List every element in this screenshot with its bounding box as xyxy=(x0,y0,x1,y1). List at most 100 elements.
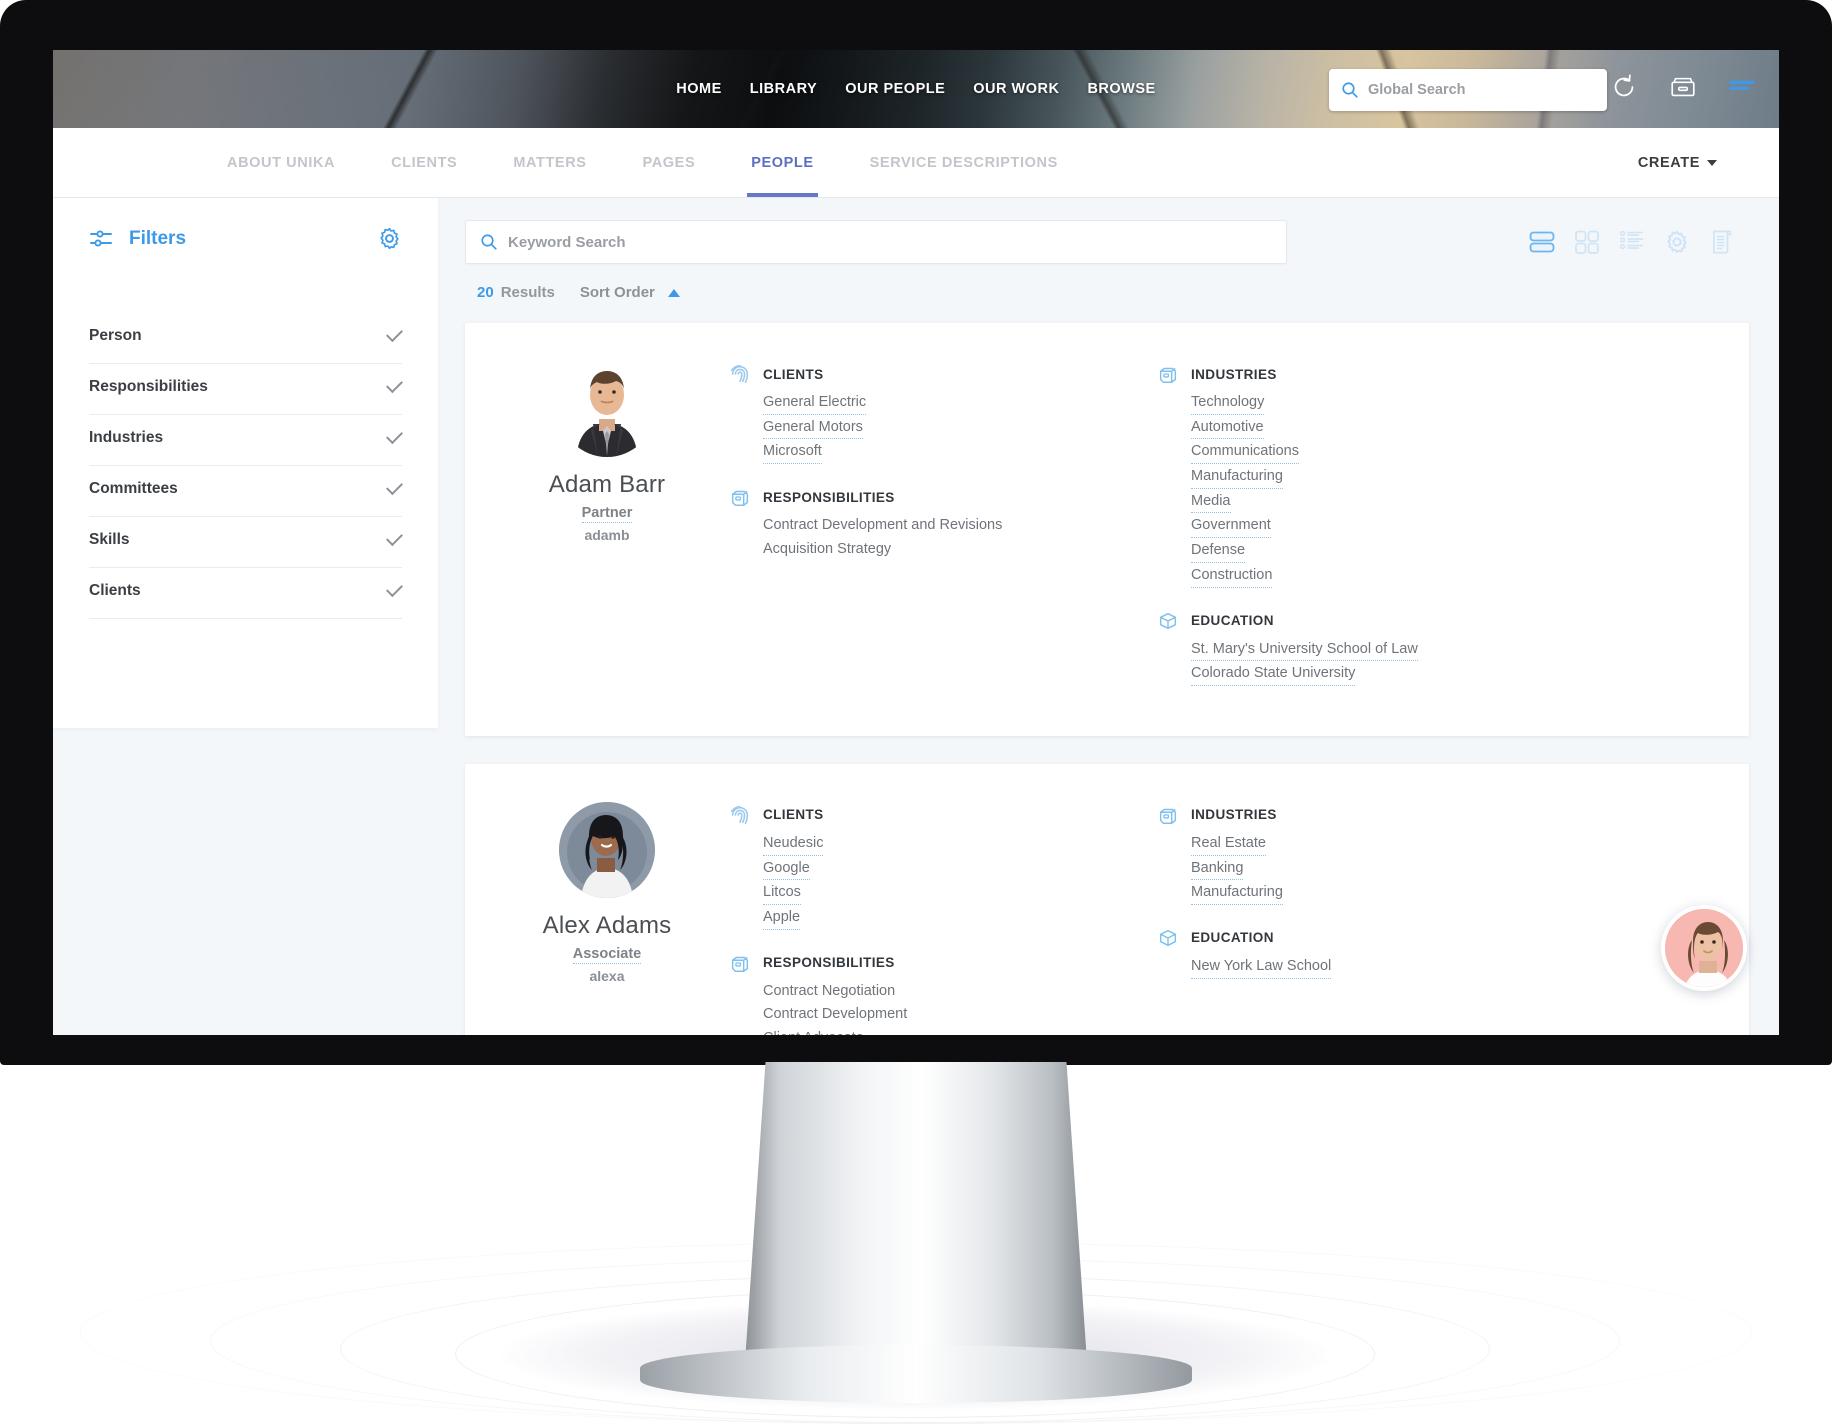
gear-icon[interactable] xyxy=(377,226,402,251)
sort-ascending-icon[interactable] xyxy=(667,288,680,297)
filter-skills-label: Skills xyxy=(89,531,130,548)
top-nav-browse[interactable]: BROWSE xyxy=(1087,81,1155,97)
filters-sidebar: Filters Person Responsibilities Industri… xyxy=(53,198,438,728)
industry-item[interactable]: Technology xyxy=(1191,393,1265,415)
industry-item[interactable]: Manufacturing xyxy=(1191,467,1283,489)
refresh-icon[interactable] xyxy=(1609,72,1639,102)
responsibility-item: Contract Development and Revisions xyxy=(763,517,1003,534)
person-title: Associate xyxy=(572,945,642,964)
industry-item[interactable]: Real Estate xyxy=(1191,834,1266,856)
top-nav-home[interactable]: HOME xyxy=(676,81,722,97)
chevron-down-icon xyxy=(386,375,403,393)
client-item[interactable]: Microsoft xyxy=(763,442,822,465)
search-icon xyxy=(481,234,497,250)
education-section: EDUCATION St. Mary's University School o… xyxy=(1157,610,1715,686)
education-item[interactable]: St. Mary's University School of Law xyxy=(1191,640,1418,662)
responsibility-item: Acquisition Strategy xyxy=(763,540,892,557)
briefcase-box-icon xyxy=(731,490,749,507)
filter-clients[interactable]: Clients xyxy=(89,568,403,619)
industry-item[interactable]: Banking xyxy=(1191,859,1244,881)
fingerprint-icon xyxy=(730,364,749,384)
responsibilities-section-title: RESPONSIBILITIES xyxy=(763,955,895,971)
clients-section-title: CLIENTS xyxy=(763,807,824,823)
person-photo-column: Adam Barr Partner adamb xyxy=(499,353,715,708)
industry-item[interactable]: Media xyxy=(1191,492,1231,514)
grid-view-icon[interactable] xyxy=(1574,229,1600,255)
clients-section-header: CLIENTS xyxy=(729,363,1135,385)
filter-skills[interactable]: Skills xyxy=(89,517,403,568)
person-card-middle-column: CLIENTS Neudesic Google Litcos Apple RES… xyxy=(715,794,1135,1035)
industry-box-icon xyxy=(1159,808,1177,824)
responsibility-item: Contract Negotiation xyxy=(763,982,896,999)
clients-section: CLIENTS Neudesic Google Litcos Apple xyxy=(729,804,1135,930)
tab-about-unika[interactable]: ABOUT UNIKA xyxy=(199,128,363,197)
industry-item[interactable]: Automotive xyxy=(1191,418,1264,440)
filter-committees[interactable]: Committees xyxy=(89,466,403,517)
results-toolbar: Keyword Search xyxy=(465,220,1749,264)
sort-order-label: Sort Order xyxy=(579,284,655,301)
tab-pages[interactable]: PAGES xyxy=(615,128,724,197)
responsibilities-list: Contract Negotiation Contract Developmen… xyxy=(729,982,1135,1035)
tab-matters[interactable]: MATTERS xyxy=(485,128,614,197)
education-section-header: EDUCATION xyxy=(1157,610,1715,632)
industry-item[interactable]: Manufacturing xyxy=(1191,883,1283,905)
client-item[interactable]: Google xyxy=(763,859,810,881)
keyword-search-input[interactable]: Keyword Search xyxy=(465,220,1287,264)
hamburger-menu-icon[interactable] xyxy=(1727,72,1757,102)
sort-order-button[interactable]: Sort Order xyxy=(580,284,655,301)
archive-icon[interactable] xyxy=(1668,72,1698,102)
filters-header: Filters xyxy=(89,226,402,251)
industry-item[interactable]: Construction xyxy=(1191,566,1273,588)
monitor-frame: HOME LIBRARY OUR PEOPLE OUR WORK BROWSE … xyxy=(0,0,1832,1065)
chevron-down-icon xyxy=(386,324,403,342)
industries-section-header: INDUSTRIES xyxy=(1157,363,1715,385)
industry-item[interactable]: Government xyxy=(1191,516,1271,539)
tab-service-descriptions[interactable]: SERVICE DESCRIPTIONS xyxy=(842,128,1086,197)
monitor-stand-neck xyxy=(745,1062,1087,1362)
client-item[interactable]: General Electric xyxy=(763,393,867,415)
client-item[interactable]: Litcos xyxy=(763,883,801,905)
client-item[interactable]: General Motors xyxy=(763,418,863,440)
top-nav-our-work[interactable]: OUR WORK xyxy=(973,81,1059,97)
person-card-right-column: INDUSTRIES Technology Automotive Communi… xyxy=(1135,353,1715,708)
person-card[interactable]: Adam Barr Partner adamb CLIENTS General … xyxy=(465,323,1749,736)
keyword-search-placeholder: Keyword Search xyxy=(508,233,626,251)
avatar[interactable] xyxy=(559,361,655,457)
person-card-middle-column: CLIENTS General Electric General Motors … xyxy=(715,353,1135,708)
client-item[interactable]: Apple xyxy=(763,908,801,930)
education-section-title: EDUCATION xyxy=(1191,930,1274,946)
filter-responsibilities[interactable]: Responsibilities xyxy=(89,364,403,415)
tab-people[interactable]: PEOPLE xyxy=(723,128,841,197)
industry-item[interactable]: Defense xyxy=(1191,541,1246,563)
list-view-icon[interactable] xyxy=(1619,229,1645,255)
chevron-down-icon xyxy=(386,579,403,597)
person-card[interactable]: Alex Adams Associate alexa CLIENTS Neude… xyxy=(465,763,1749,1035)
avatar[interactable] xyxy=(559,801,655,898)
clients-list: Neudesic Google Litcos Apple xyxy=(729,834,1135,930)
filter-industries-label: Industries xyxy=(89,429,164,446)
filter-industries[interactable]: Industries xyxy=(89,415,403,466)
results-count: 20 xyxy=(477,284,494,301)
top-nav-library[interactable]: LIBRARY xyxy=(750,81,817,97)
support-agent-avatar[interactable] xyxy=(1661,905,1747,991)
people-group-icon[interactable] xyxy=(1550,72,1580,102)
top-nav-our-people[interactable]: OUR PEOPLE xyxy=(845,81,945,97)
filter-person[interactable]: Person xyxy=(89,313,403,364)
document-view-icon[interactable] xyxy=(1709,229,1735,255)
industry-item[interactable]: Communications xyxy=(1191,442,1299,465)
education-item[interactable]: Colorado State University xyxy=(1191,664,1356,686)
chevron-down-icon xyxy=(386,477,403,495)
create-button[interactable]: CREATE xyxy=(1638,155,1717,171)
gear-icon[interactable] xyxy=(1664,229,1690,255)
filter-sliders-icon xyxy=(90,229,112,247)
responsibilities-list: Contract Development and Revisions Acqui… xyxy=(729,516,1135,560)
tab-clients[interactable]: CLIENTS xyxy=(363,128,485,197)
education-item[interactable]: New York Law School xyxy=(1191,957,1332,979)
industries-section: INDUSTRIES Real Estate Banking Manufactu… xyxy=(1157,804,1715,905)
results-label: Results xyxy=(500,284,555,301)
clients-section: CLIENTS General Electric General Motors … xyxy=(729,363,1135,465)
client-item[interactable]: Neudesic xyxy=(763,834,824,856)
responsibilities-section-header: RESPONSIBILITIES xyxy=(729,486,1135,508)
row-view-icon[interactable] xyxy=(1529,229,1555,255)
open-box-icon xyxy=(1159,612,1177,629)
